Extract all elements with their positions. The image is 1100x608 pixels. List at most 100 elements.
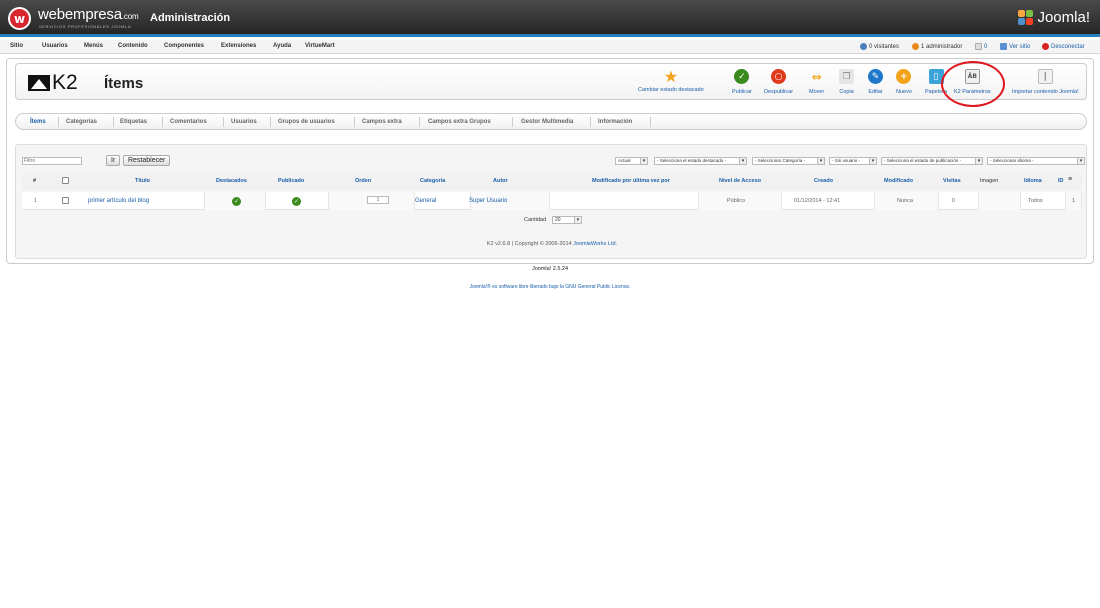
row-checkbox[interactable]: [62, 197, 69, 204]
users-icon: [860, 43, 867, 50]
col-featured[interactable]: Destacados: [216, 178, 247, 184]
col-order[interactable]: Orden: [355, 178, 371, 184]
order-input[interactable]: 1: [367, 196, 389, 204]
toggle-featured-button[interactable]: ★ Cambiar estado destacado: [638, 67, 704, 93]
table-row: 1 primer artículo del blog ✓ ✓ 1 General…: [22, 192, 1082, 210]
chevron-down-icon: ▾: [739, 158, 746, 164]
menu-usuarios[interactable]: Usuarios: [42, 43, 68, 49]
tab-divider: [512, 117, 513, 127]
published-select[interactable]: - Selecciona el estado de publicación - ▾: [881, 157, 983, 165]
tab-information[interactable]: Información: [598, 119, 632, 125]
edit-button[interactable]: ✎ Editar: [868, 69, 883, 95]
logout-link[interactable]: Desconectar: [1042, 43, 1085, 50]
col-created[interactable]: Creado: [814, 178, 833, 184]
items-content: Ir Restablecer Actual▾ - Selecciona el e…: [15, 144, 1087, 259]
tab-user-groups[interactable]: Grupos de usuarios: [278, 119, 335, 125]
joomlaworks-link[interactable]: JoomlaWorks Ltd.: [573, 241, 617, 247]
col-modified-by[interactable]: Modificado por última vez por: [592, 178, 670, 184]
import-icon: |: [1037, 69, 1053, 84]
author-link[interactable]: Super Usuario: [469, 198, 507, 204]
monitor-icon: [1000, 43, 1007, 50]
sort-order-icon[interactable]: ≡: [1068, 176, 1072, 183]
category-link[interactable]: General: [415, 198, 436, 204]
menu-ayuda[interactable]: Ayuda: [273, 43, 291, 49]
import-joomla-button[interactable]: | Importar contenido Joomla!: [1012, 69, 1079, 95]
menu-componentes[interactable]: Componentes: [164, 43, 204, 49]
mail-icon: [975, 43, 982, 50]
admins-status: 1 administrador: [912, 43, 962, 50]
highlight-annotation-circle: [941, 61, 1005, 107]
joomla-version: Joomla! 2.5.24: [531, 266, 569, 272]
menu-extensiones[interactable]: Extensiones: [221, 43, 256, 49]
category-select[interactable]: - Seleccionar Categoría - ▾: [752, 157, 825, 165]
visitors-status: 0 visitantes: [860, 43, 899, 50]
webempresa-logo-icon: w: [8, 7, 31, 30]
tab-extra-field-groups[interactable]: Campos extra Grupos: [428, 119, 491, 125]
created-date-value: 01/12/2014 - 12:41: [794, 198, 841, 204]
search-filter-input[interactable]: [22, 157, 82, 165]
col-hits[interactable]: Visitas: [943, 178, 961, 184]
move-button[interactable]: ⇔ Mover: [809, 69, 824, 96]
new-button[interactable]: + Nuevo: [896, 69, 912, 95]
publish-button[interactable]: ✓ Publicar: [732, 69, 752, 95]
move-arrows-icon: ⇔: [811, 69, 822, 84]
admin-header: w webempresa.com SERVICIOS PROFESIONALES…: [0, 0, 1100, 37]
tab-divider: [113, 117, 114, 127]
tab-tags[interactable]: Etiquetas: [120, 119, 147, 125]
brand-logo[interactable]: webempresa.com: [38, 6, 139, 23]
access-level-value: Público: [727, 198, 746, 204]
copy-button[interactable]: ❐ Copia: [839, 69, 854, 95]
star-icon: ★: [663, 67, 679, 86]
select-all-checkbox[interactable]: [62, 177, 69, 184]
menu-contenido[interactable]: Contenido: [118, 43, 148, 49]
tab-media-manager[interactable]: Gestor Multimedia: [521, 119, 573, 125]
copy-icon: ❐: [839, 69, 854, 84]
item-title-link[interactable]: primer artículo del blog: [88, 198, 149, 204]
main-menu-bar: Sitio Usuarios Menús Contenido Component…: [0, 40, 1100, 54]
menu-menus[interactable]: Menús: [84, 43, 103, 49]
col-author[interactable]: Autor: [493, 178, 508, 184]
messages-status[interactable]: 0: [975, 43, 987, 50]
col-category[interactable]: Categoría: [420, 178, 445, 184]
col-language[interactable]: Idioma: [1024, 178, 1042, 184]
gpl-link[interactable]: GNU General Public License.: [565, 284, 630, 290]
hits-value: 0: [952, 198, 956, 204]
k2-copyright: K2 v2.6.8 | Copyright © 2006-2014 Joomla…: [486, 241, 618, 247]
user-select[interactable]: - Sin usuario - ▾: [829, 157, 877, 165]
featured-select[interactable]: - Selecciona el estado destacado - ▾: [654, 157, 747, 165]
menu-sitio[interactable]: Sitio: [10, 43, 23, 49]
reset-button[interactable]: Restablecer: [123, 155, 171, 166]
tab-categories[interactable]: Categorías: [66, 119, 97, 125]
k2-mountain-icon: [28, 74, 50, 91]
col-id[interactable]: ID: [1058, 178, 1064, 184]
col-published[interactable]: Publicado: [278, 178, 304, 184]
view-site-link[interactable]: Ver sitio: [1000, 43, 1030, 50]
unpublish-icon: ○: [771, 69, 787, 84]
col-title[interactable]: Título: [135, 178, 150, 184]
tab-divider: [650, 117, 651, 127]
featured-check-icon[interactable]: ✓: [232, 197, 241, 206]
col-modified[interactable]: Modificado: [884, 178, 913, 184]
admin-title: Administración: [150, 12, 231, 24]
quantity-label: Cantidad: [524, 217, 547, 223]
tab-extra-fields[interactable]: Campos extra: [362, 119, 402, 125]
published-check-icon[interactable]: ✓: [292, 197, 301, 206]
pagination-row: Cantidad 20 ▾: [22, 212, 1082, 230]
joomla-logo[interactable]: Joomla!: [1018, 9, 1090, 26]
unpublish-button[interactable]: ○ Despublicar: [764, 69, 793, 95]
col-number: #: [33, 178, 37, 184]
edit-pencil-icon: ✎: [868, 69, 883, 84]
sort-select[interactable]: Actual ▾: [615, 157, 648, 165]
page-title: Ítems: [104, 75, 144, 92]
go-button[interactable]: Ir: [106, 155, 121, 166]
tab-divider: [590, 117, 591, 127]
tab-users[interactable]: Usuarios: [231, 119, 257, 125]
tab-items[interactable]: Ítems: [30, 119, 46, 125]
col-access[interactable]: Nivel de Acceso: [719, 178, 761, 184]
chevron-down-icon: ▾: [817, 158, 824, 164]
tab-comments[interactable]: Comentarios: [170, 119, 207, 125]
language-select[interactable]: - Seleccionar idioma - ▾: [987, 157, 1085, 165]
chevron-down-icon: ▾: [869, 158, 876, 164]
quantity-select[interactable]: 20 ▾: [552, 216, 582, 224]
menu-virtuemart[interactable]: VirtueMart: [305, 43, 335, 49]
